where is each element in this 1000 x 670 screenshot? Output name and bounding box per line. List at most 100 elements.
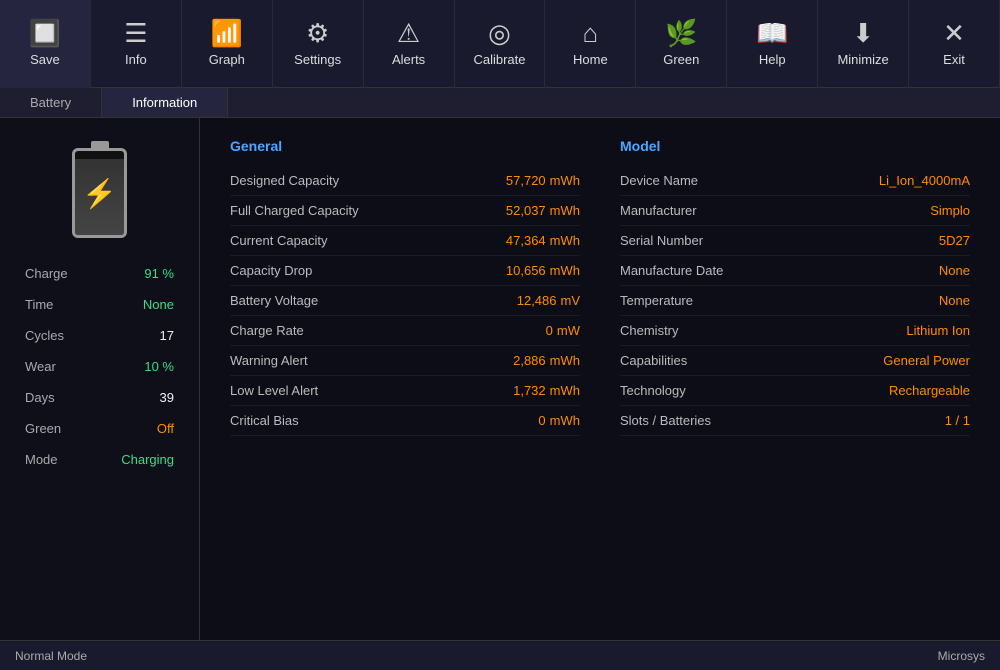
model-row-label: Manufacturer — [620, 203, 697, 218]
general-section: General Designed Capacity57,720mWhFull C… — [230, 138, 580, 436]
sidebar-value-mode: Charging — [121, 452, 174, 467]
home-icon: ⌂ — [583, 20, 599, 46]
info-row-value: 52,037 — [506, 203, 546, 218]
help-icon: 📖 — [756, 20, 788, 46]
info-row-value: 2,886 — [513, 353, 546, 368]
toolbar-label-info: Info — [125, 52, 147, 67]
breadcrumb-item-battery[interactable]: Battery — [0, 88, 102, 117]
sidebar-value-time: None — [143, 297, 174, 312]
model-info-row: ManufacturerSimplo — [620, 196, 970, 226]
info-row-unit: mWh — [550, 233, 580, 248]
toolbar-item-calibrate[interactable]: ◎Calibrate — [455, 0, 546, 88]
statusbar: Normal Mode Microsys — [0, 640, 1000, 670]
model-info-row: Technology Rechargeable — [620, 376, 970, 406]
toolbar-label-settings: Settings — [294, 52, 341, 67]
exit-icon: ✕ — [943, 20, 965, 46]
toolbar-item-help[interactable]: 📖Help — [727, 0, 818, 88]
minimize-icon: ⬇ — [852, 20, 874, 46]
general-rows: Designed Capacity57,720mWhFull Charged C… — [230, 166, 580, 436]
sidebar-label-cycles: Cycles — [25, 328, 64, 343]
toolbar-item-save[interactable]: 🔲Save — [0, 0, 91, 88]
info-row-value: 12,486 — [517, 293, 557, 308]
model-row-value: Lithium Ion — [906, 323, 970, 338]
model-row-label: Serial Number — [620, 233, 703, 248]
toolbar-item-settings[interactable]: ⚙ Settings — [273, 0, 364, 88]
info-row-value-wrap: 10,656 mWh — [506, 263, 580, 278]
settings-icon: ⚙ — [306, 20, 329, 46]
info-row-value-wrap: 1,732 mWh — [513, 383, 580, 398]
info-row-label: Warning Alert — [230, 353, 308, 368]
model-info-row: Slots / Batteries 1 / 1 — [620, 406, 970, 436]
main-area: ⚡ Charge91 % Time None Cycles17Wear10 %Days… — [0, 118, 1000, 640]
toolbar-label-home: Home — [573, 52, 608, 67]
sidebar-row-cycles: Cycles17 — [10, 320, 189, 351]
toolbar-label-exit: Exit — [943, 52, 965, 67]
info-row-value: 10,656 — [506, 263, 546, 278]
info-row-value: 47,364 — [506, 233, 546, 248]
info-row-value-wrap: 0 mW — [546, 323, 580, 338]
sidebar-row-wear: Wear10 % — [10, 351, 189, 382]
info-row-unit: mWh — [550, 173, 580, 188]
toolbar: 🔲Save ☰ Info 📶Graph ⚙ Settings ⚠ Alerts ◎Calibra… — [0, 0, 1000, 88]
model-row-value: None — [939, 263, 970, 278]
toolbar-item-home[interactable]: ⌂ Home — [545, 0, 636, 88]
general-info-row: Current Capacity 47,364 mWh — [230, 226, 580, 256]
model-info-row: Chemistry Lithium Ion — [620, 316, 970, 346]
toolbar-item-graph[interactable]: 📶Graph — [182, 0, 273, 88]
sidebar-value-green: Off — [157, 421, 174, 436]
toolbar-item-alerts[interactable]: ⚠ Alerts — [364, 0, 455, 88]
model-info-row: Manufacture DateNone — [620, 256, 970, 286]
status-left: Normal Mode — [15, 649, 87, 663]
sidebar-label-wear: Wear — [25, 359, 56, 374]
info-content: General Designed Capacity57,720mWhFull C… — [200, 118, 1000, 640]
general-info-row: Designed Capacity57,720mWh — [230, 166, 580, 196]
model-row-label: Device Name — [620, 173, 698, 188]
battery-bolt-icon: ⚡ — [82, 177, 117, 210]
general-header: General — [230, 138, 580, 154]
sidebar-label-time: Time — [25, 297, 53, 312]
toolbar-item-green[interactable]: 🌿Green — [636, 0, 727, 88]
toolbar-item-minimize[interactable]: ⬇ Minimize — [818, 0, 909, 88]
model-row-label: Slots / Batteries — [620, 413, 711, 428]
green-icon: 🌿 — [665, 20, 697, 46]
sidebar-label-charge: Charge — [25, 266, 68, 281]
info-row-unit: mW — [557, 323, 580, 338]
info-row-unit: mWh — [550, 383, 580, 398]
model-row-label: Temperature — [620, 293, 693, 308]
toolbar-label-alerts: Alerts — [392, 52, 425, 67]
toolbar-label-save: Save — [30, 52, 60, 67]
toolbar-item-exit[interactable]: ✕ Exit — [909, 0, 1000, 88]
model-row-value: Rechargeable — [889, 383, 970, 398]
info-row-value: 0 — [546, 323, 553, 338]
info-row-label: Current Capacity — [230, 233, 328, 248]
info-row-unit: mWh — [550, 353, 580, 368]
info-row-value-wrap: 12,486mV — [517, 293, 580, 308]
info-row-label: Designed Capacity — [230, 173, 339, 188]
info-icon: ☰ — [124, 20, 147, 46]
model-rows: Device Name Li_Ion_4000mA ManufacturerSimp… — [620, 166, 970, 436]
sidebar-row-days: Days39 — [10, 382, 189, 413]
info-row-label: Battery Voltage — [230, 293, 318, 308]
model-header: Model — [620, 138, 970, 154]
sidebar-row-time: Time None — [10, 289, 189, 320]
sidebar-row-charge: Charge91 % — [10, 258, 189, 289]
info-row-value-wrap: 47,364 mWh — [506, 233, 580, 248]
general-info-row: Full Charged Capacity52,037mWh — [230, 196, 580, 226]
model-row-value: Li_Ion_4000mA — [879, 173, 970, 188]
info-row-value: 1,732 — [513, 383, 546, 398]
info-row-unit: mWh — [550, 263, 580, 278]
info-row-label: Critical Bias — [230, 413, 299, 428]
toolbar-item-info[interactable]: ☰ Info — [91, 0, 182, 88]
model-row-label: Technology — [620, 383, 686, 398]
info-row-value-wrap: 2,886 mWh — [513, 353, 580, 368]
model-row-value: 1 / 1 — [945, 413, 970, 428]
info-row-unit: mWh — [550, 413, 580, 428]
calibrate-icon: ◎ — [488, 20, 511, 46]
alerts-icon: ⚠ — [397, 20, 420, 46]
sidebar-value-days: 39 — [160, 390, 174, 405]
toolbar-label-minimize: Minimize — [837, 52, 888, 67]
general-info-row: Battery Voltage 12,486mV — [230, 286, 580, 316]
model-row-value: 5D27 — [939, 233, 970, 248]
model-row-label: Chemistry — [620, 323, 679, 338]
breadcrumb-item-information[interactable]: Information — [102, 88, 228, 117]
